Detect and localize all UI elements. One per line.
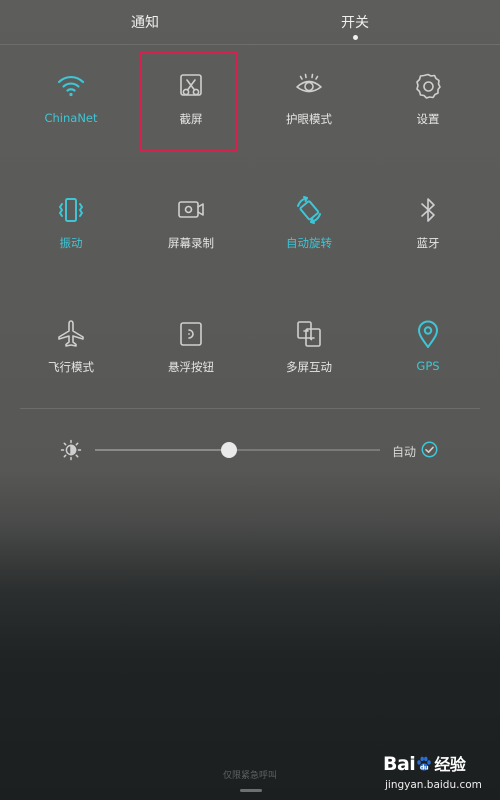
brightness-icon [60, 439, 82, 461]
toggle-screen-record[interactable]: 屏幕录制 [131, 194, 251, 274]
location-pin-icon [412, 318, 444, 350]
toggle-wifi-label: ChinaNet [44, 111, 98, 125]
screenshot-highlight-box [139, 52, 238, 152]
eye-icon [293, 70, 325, 102]
svg-text:du: du [420, 764, 429, 772]
toggle-floating-button-label: 悬浮按钮 [168, 360, 214, 374]
tab-switches[interactable]: 开关 [295, 12, 415, 40]
auto-rotate-icon [293, 194, 325, 226]
watermark-url: jingyan.baidu.com [385, 779, 482, 791]
toggle-multi-screen[interactable]: 多屏互动 [249, 318, 369, 398]
screen-record-icon [175, 194, 207, 226]
paw-icon: du [417, 756, 432, 772]
toggle-airplane-mode[interactable]: 飞行模式 [11, 318, 131, 398]
toggle-bluetooth[interactable]: 蓝牙 [368, 194, 488, 274]
drag-handle[interactable] [240, 789, 262, 792]
toggle-vibrate[interactable]: 振动 [11, 194, 131, 274]
watermark-logo-text: Bai [383, 753, 416, 775]
toggle-screen-record-label: 屏幕录制 [168, 236, 214, 250]
toggle-floating-button[interactable]: 悬浮按钮 [131, 318, 251, 398]
bluetooth-icon [412, 194, 444, 226]
vibrate-icon [55, 194, 87, 226]
watermark-logo-text-2: 经验 [434, 755, 466, 774]
toggle-eye-protection-label: 护眼模式 [286, 112, 332, 126]
tab-notifications[interactable]: 通知 [85, 12, 205, 32]
auto-brightness-label: 自动 [392, 445, 417, 459]
gear-icon [412, 70, 444, 102]
toggle-multi-screen-label: 多屏互动 [286, 360, 332, 374]
tab-selected-indicator [353, 35, 358, 40]
auto-brightness-checkbox[interactable] [421, 441, 438, 458]
toggle-settings-label: 设置 [416, 112, 440, 126]
toggle-settings[interactable]: 设置 [368, 70, 488, 150]
wifi-icon [55, 70, 87, 102]
toggle-auto-rotate[interactable]: 自动旋转 [249, 194, 369, 274]
quick-panel-tabs: 通知 开关 [0, 0, 500, 44]
toggle-airplane-mode-label: 飞行模式 [48, 360, 94, 374]
watermark-logo: Bai du 经验 [383, 751, 466, 775]
toggle-auto-rotate-label: 自动旋转 [286, 236, 332, 250]
toggle-gps-label: GPS [416, 359, 440, 373]
baidu-jingyan-watermark: Bai du 经验 jingyan.baidu.com [383, 751, 493, 797]
toggle-wifi[interactable]: ChinaNet [11, 70, 131, 150]
airplane-icon [55, 318, 87, 350]
multi-screen-icon [293, 318, 325, 350]
brightness-slider-thumb[interactable] [220, 442, 237, 458]
toggle-bluetooth-label: 蓝牙 [416, 236, 440, 250]
header-divider [0, 44, 500, 45]
brightness-divider [20, 408, 480, 409]
toggle-vibrate-label: 振动 [59, 236, 83, 250]
toggle-gps[interactable]: GPS [368, 318, 488, 398]
tab-notifications-label: 通知 [131, 15, 159, 31]
brightness-slider-fill [95, 449, 229, 451]
brightness-slider[interactable] [95, 442, 380, 458]
toggle-eye-protection[interactable]: 护眼模式 [249, 70, 369, 150]
floating-button-icon [175, 318, 207, 350]
tab-switches-label: 开关 [341, 15, 369, 31]
